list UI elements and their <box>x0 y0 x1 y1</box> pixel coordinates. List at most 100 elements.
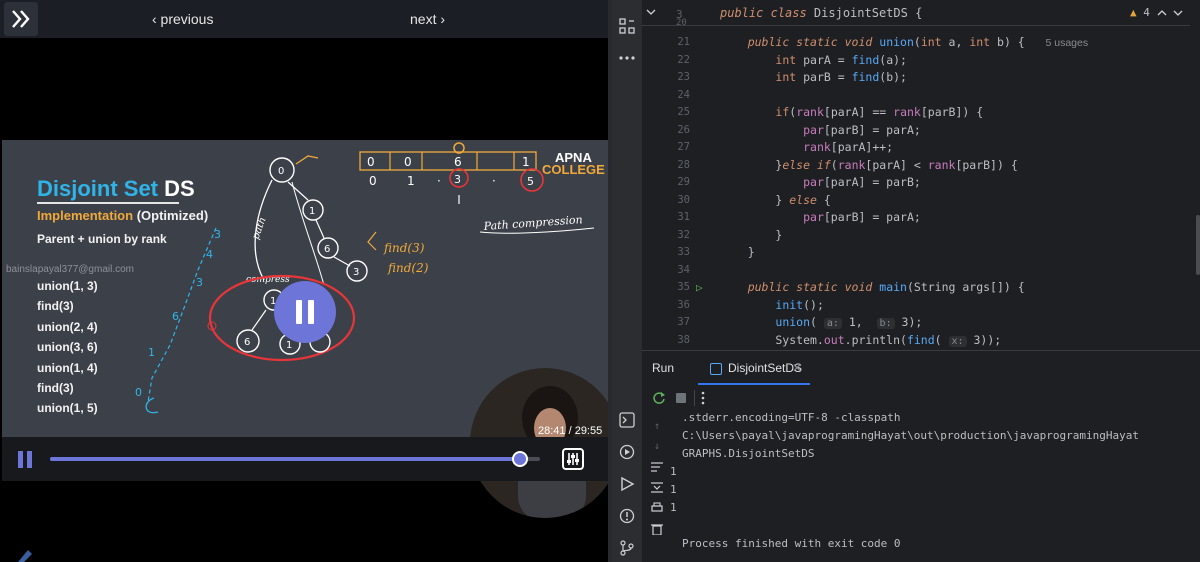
code-line: 28 }else if(rank[parA] < rank[parB]) { <box>677 157 1018 172</box>
console-line: C:\Users\payal\javaprogramingHayat\out\p… <box>682 429 1139 442</box>
svg-text:0: 0 <box>135 386 142 399</box>
tree-node: 0 <box>278 166 284 177</box>
run-tab-bar: Run DisjointSetDS ✕ <box>642 351 1200 385</box>
code-line: 31 par[parB] = parA; <box>677 210 921 224</box>
more-icon[interactable] <box>619 54 635 62</box>
console-line: 1 <box>670 483 677 496</box>
warning-icon: ▲ <box>1130 6 1137 19</box>
settings-button[interactable] <box>562 448 584 470</box>
line-number: 20 <box>676 18 687 28</box>
time-display: 28:41 / 29:55 <box>538 425 603 437</box>
code-editor[interactable]: 3 20 public class DisjointSetDS { ▲ 4 21… <box>642 0 1200 350</box>
code-line: 35 ▷ public static void main(String args… <box>642 279 1190 297</box>
toolbar-divider <box>694 390 695 406</box>
close-tab-icon[interactable]: ✕ <box>792 361 802 375</box>
tree-node: 6 <box>172 310 179 323</box>
console-line: GRAPHS.DisjointSetDS <box>682 447 815 460</box>
array-value: 0 <box>404 155 412 169</box>
sticky-code: public class DisjointSetDS { <box>720 6 923 20</box>
usages-hint[interactable]: 5 usages <box>1045 37 1088 49</box>
annotation-find-a: find(3) <box>383 241 425 255</box>
player-topbar: ‹ previous next › <box>0 0 612 38</box>
print-icon[interactable] <box>650 502 664 514</box>
array-index: · <box>437 174 441 188</box>
tree-node: 3 <box>214 228 221 241</box>
svg-text:1: 1 <box>148 346 155 359</box>
soft-wrap-icon[interactable] <box>650 461 664 473</box>
git-icon[interactable] <box>619 540 635 556</box>
array-value: 1 <box>522 155 530 169</box>
array-index: 1 <box>407 174 415 188</box>
console-line: 1 <box>670 501 677 514</box>
array-index: 3 <box>454 173 461 186</box>
sticky-class-header: 3 20 public class DisjointSetDS { ▲ 4 <box>642 0 1190 28</box>
code-line: 24 <box>677 88 690 101</box>
console-line: Process finished with exit code 0 <box>682 537 901 550</box>
seek-bar[interactable] <box>50 451 540 467</box>
rerun-icon[interactable] <box>652 391 666 405</box>
terminal-icon[interactable] <box>619 412 635 428</box>
code-line: 22 int parA = find(a); <box>677 52 907 67</box>
previous-link[interactable]: ‹ previous <box>152 11 213 27</box>
run-tool-window: Run DisjointSetDS ✕ ↑ ↓ .stderr.encoding… <box>642 350 1200 562</box>
sliders-icon <box>567 453 579 465</box>
arrow-up-icon[interactable]: ↑ <box>654 421 660 432</box>
pause-icon <box>18 451 23 468</box>
services-icon[interactable] <box>619 444 635 460</box>
code-line: 37 union( a: 1, b: 3); <box>677 315 923 329</box>
chevron-down-icon[interactable] <box>1173 8 1183 18</box>
console-line: 1 <box>670 465 677 478</box>
tree-node: 6 <box>244 337 250 348</box>
pause-button[interactable] <box>18 451 34 468</box>
editor-scrollbar[interactable] <box>1196 215 1200 275</box>
ide-window: 3 20 public class DisjointSetDS { ▲ 4 21… <box>612 0 1200 562</box>
structure-icon[interactable] <box>619 18 635 34</box>
more-vertical-icon[interactable] <box>700 391 706 405</box>
run-gutter-icon[interactable]: ▷ <box>696 279 703 297</box>
run-icon[interactable] <box>619 476 635 492</box>
tree-node: 6 <box>324 244 330 255</box>
run-panel-title: Run <box>652 361 675 375</box>
array-index: 5 <box>527 175 534 188</box>
next-link[interactable]: next › <box>410 11 445 27</box>
code-line: 38 System.out.println(find( x: 3)); <box>677 332 1002 347</box>
console-output[interactable]: ↑ ↓ .stderr.encoding=UTF-8 -classpath C:… <box>642 409 1200 562</box>
run-toolbar <box>642 387 1200 409</box>
tree-node: 3 <box>353 267 359 278</box>
code-line: 36 init(); <box>677 297 824 312</box>
code-line: 23 int parB = find(b); <box>677 70 907 84</box>
warning-count[interactable]: ▲ 4 <box>1130 6 1150 19</box>
corner-logo-icon <box>18 550 32 562</box>
code-line: 29 par[parA] = parB; <box>677 175 921 189</box>
tree-node: 1 <box>309 206 315 217</box>
apna-college-logo: APNA COLLEGE <box>542 150 605 177</box>
run-side-strip <box>612 350 642 562</box>
arrow-down-icon[interactable]: ↓ <box>654 441 660 452</box>
array-index: 0 <box>369 174 377 188</box>
code-line: 34 <box>677 263 690 276</box>
code-line: 32 } <box>677 227 783 242</box>
array-index: · <box>492 174 496 188</box>
problems-icon[interactable] <box>619 508 635 524</box>
code-line: 26 par[parB] = parA; <box>677 122 921 137</box>
left-tool-strip <box>612 0 642 350</box>
tree-node: 1 <box>286 340 292 351</box>
chevron-down-icon[interactable] <box>646 7 656 17</box>
stop-icon[interactable] <box>674 391 688 405</box>
chevron-up-icon[interactable] <box>1157 8 1167 18</box>
tree-node: 3 <box>196 276 203 289</box>
svg-text:4: 4 <box>206 248 213 261</box>
pause-overlay-button[interactable] <box>274 281 336 343</box>
seek-handle[interactable] <box>511 451 528 467</box>
chevron-double-right-icon <box>12 10 30 28</box>
trash-icon[interactable] <box>650 523 664 535</box>
console-line: .stderr.encoding=UTF-8 -classpath <box>682 411 901 424</box>
pause-icon <box>296 300 302 324</box>
array-value: 0 <box>367 155 375 169</box>
code-line: 30 } else { <box>677 192 831 207</box>
code-line: 33 } <box>677 245 755 259</box>
annotation-path: path <box>250 216 268 241</box>
scroll-to-end-icon[interactable] <box>650 481 664 493</box>
console-icon <box>710 363 722 375</box>
expand-button[interactable] <box>4 2 38 36</box>
